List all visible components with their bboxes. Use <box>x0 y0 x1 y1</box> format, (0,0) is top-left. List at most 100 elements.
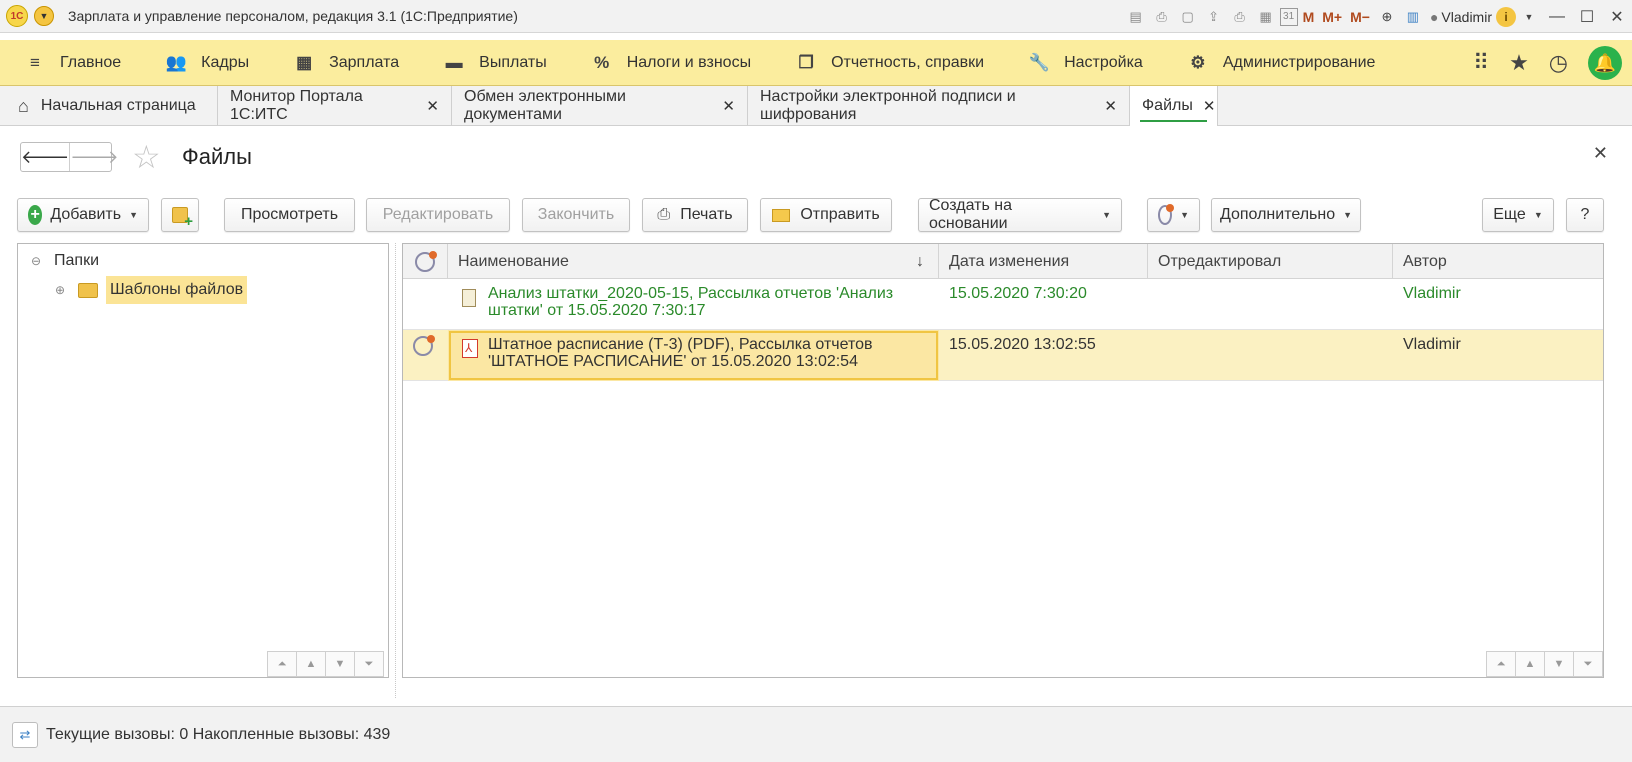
collapse-icon[interactable]: ⊖ <box>30 254 42 268</box>
tab-its-monitor[interactable]: Монитор Портала 1С:ИТС ✕ <box>218 86 452 126</box>
gear-icon: ⚙ <box>1190 52 1206 72</box>
send-button[interactable]: Отправить <box>760 198 892 232</box>
table-row[interactable]: Штатное расписание (Т-3) (PDF), Рассылка… <box>403 330 1603 381</box>
app-logo-icon[interactable]: 1С <box>6 5 28 27</box>
folders-tree: ⊖ Папки ⊕ Шаблоны файлов ⏶ ▲ ▼ ⏷ <box>17 243 389 678</box>
forward-arrow-icon[interactable]: 🡒 <box>69 143 119 171</box>
section-settings[interactable]: 🔧 Настройка <box>1004 40 1163 86</box>
section-administration[interactable]: ⚙ Администрирование <box>1163 40 1396 86</box>
panel-splitter[interactable] <box>395 243 396 698</box>
section-main[interactable]: ≡ Главное <box>0 40 141 86</box>
sections-panel: ≡ Главное 👥 Кадры ▦ Зарплата ▬ Выплаты % Нало… <box>0 40 1632 86</box>
notifications-bell-icon[interactable]: 🔔 <box>1588 46 1622 80</box>
column-edited-by[interactable]: Отредактировал <box>1148 244 1393 279</box>
chevron-down-icon: ▼ <box>129 210 138 220</box>
preview-icon[interactable]: ▢ <box>1176 5 1200 29</box>
panels-icon[interactable]: ▥ <box>1401 5 1425 29</box>
info-icon[interactable]: i <box>1496 6 1516 27</box>
home-icon: ⌂ <box>18 95 29 116</box>
scroll-up-icon[interactable]: ▲ <box>1515 651 1545 677</box>
table-row[interactable]: Анализ штатки_2020-05-15, Рассылка отчет… <box>403 279 1603 330</box>
percent-icon: % <box>594 52 610 72</box>
chevron-down-icon: ▼ <box>1180 210 1189 220</box>
close-tab-icon[interactable]: ✕ <box>1203 97 1216 115</box>
row-editor-cell <box>1148 279 1393 330</box>
finish-editing-button[interactable]: Закончить <box>522 198 630 232</box>
column-author[interactable]: Автор <box>1393 244 1603 279</box>
close-tab-icon[interactable]: ✕ <box>722 97 735 115</box>
print-icon[interactable]: ⎙ <box>1150 5 1174 29</box>
section-personnel[interactable]: 👥 Кадры <box>141 40 269 86</box>
calendar-icon[interactable]: 31 <box>1279 7 1298 26</box>
expand-icon[interactable]: ⊕ <box>54 283 66 297</box>
user-menu[interactable]: ● Vladimir <box>1430 9 1492 25</box>
files-table: Наименование ↓ Дата изменения Отредактир… <box>402 243 1604 678</box>
column-modified-date[interactable]: Дата изменения <box>939 244 1148 279</box>
memory-plus-button[interactable]: M+ <box>1319 5 1345 29</box>
close-form-icon[interactable]: ✕ <box>1593 143 1608 164</box>
printer-icon[interactable]: ⎙ <box>1228 5 1252 29</box>
save-icon[interactable]: ▤ <box>1124 5 1148 29</box>
scroll-bottom-icon[interactable]: ⏷ <box>354 651 384 677</box>
wrench-icon: 🔧 <box>1028 52 1050 72</box>
tab-signature-settings[interactable]: Настройки электронной подписи и шифрован… <box>748 86 1130 126</box>
upload-icon[interactable]: ⇪ <box>1202 5 1226 29</box>
favorites-star-icon[interactable]: ★ <box>1509 50 1529 76</box>
close-tab-icon[interactable]: ✕ <box>426 97 439 115</box>
history-icon[interactable]: ◷ <box>1549 50 1568 76</box>
document-icon <box>462 289 476 307</box>
view-button[interactable]: Просмотреть <box>224 198 355 232</box>
calculator-icon[interactable]: ▦ <box>1254 5 1278 29</box>
print-button[interactable]: ⎙ Печать <box>642 198 748 232</box>
row-attachment-cell <box>403 330 448 381</box>
section-salary[interactable]: ▦ Зарплата <box>269 40 419 86</box>
additional-button[interactable]: Дополнительно ▼ <box>1211 198 1361 232</box>
server-calls-icon[interactable]: ⇄ <box>12 721 38 748</box>
edit-button[interactable]: Редактировать <box>366 198 510 232</box>
scroll-bottom-icon[interactable]: ⏷ <box>1573 651 1603 677</box>
row-name-cell[interactable]: Штатное расписание (Т-3) (PDF), Рассылка… <box>448 330 939 381</box>
tree-item-file-templates[interactable]: ⊕ Шаблоны файлов <box>54 276 248 304</box>
section-reports[interactable]: ❐ Отчетность, справки <box>771 40 1004 86</box>
row-name-cell[interactable]: Анализ штатки_2020-05-15, Рассылка отчет… <box>448 279 939 330</box>
column-attachment[interactable] <box>403 244 448 279</box>
create-folder-button[interactable] <box>161 198 199 232</box>
scroll-top-icon[interactable]: ⏶ <box>1486 651 1516 677</box>
scroll-up-icon[interactable]: ▲ <box>296 651 326 677</box>
table-scroll-buttons: ⏶ ▲ ▼ ⏷ <box>1486 651 1603 677</box>
calculator-icon: ▦ <box>296 52 313 72</box>
chevron-down-icon: ▼ <box>1343 210 1353 220</box>
favorite-star-icon[interactable]: ☆ <box>132 140 161 174</box>
tab-files[interactable]: Файлы ✕ <box>1130 86 1218 126</box>
close-tab-icon[interactable]: ✕ <box>1104 97 1117 115</box>
add-button[interactable]: + Добавить ▼ <box>17 198 149 232</box>
section-taxes[interactable]: % Налоги и взносы <box>567 40 771 86</box>
column-name[interactable]: Наименование ↓ <box>448 244 939 279</box>
chevron-down-icon[interactable]: ▼ <box>1517 5 1541 29</box>
tree-scroll-buttons: ⏶ ▲ ▼ ⏷ <box>267 651 384 677</box>
close-window-button[interactable]: ✕ <box>1602 0 1632 33</box>
memory-minus-button[interactable]: M− <box>1347 5 1373 29</box>
apps-grid-icon[interactable]: ⠿ <box>1473 50 1489 76</box>
memory-m-button[interactable]: M <box>1300 5 1318 29</box>
wallet-icon: ▬ <box>445 52 463 72</box>
tab-home[interactable]: ⌂ Начальная страница <box>0 86 218 126</box>
attachments-menu-button[interactable]: ▼ <box>1147 198 1200 232</box>
tree-root[interactable]: ⊖ Папки <box>30 252 99 270</box>
scroll-top-icon[interactable]: ⏶ <box>267 651 297 677</box>
help-button[interactable]: ? <box>1566 198 1604 232</box>
main-menu-dropdown-icon[interactable]: ▼ <box>34 6 54 26</box>
row-author-cell: Vladimir <box>1403 285 1461 302</box>
server-calls-status: Текущие вызовы: 0 Накопленные вызовы: 43… <box>46 725 391 743</box>
window-title: Зарплата и управление персоналом, редакц… <box>68 8 518 24</box>
section-payments[interactable]: ▬ Выплаты <box>419 40 567 86</box>
maximize-button[interactable]: ☐ <box>1572 0 1602 33</box>
scroll-down-icon[interactable]: ▼ <box>1544 651 1574 677</box>
more-button[interactable]: Еще ▼ <box>1482 198 1554 232</box>
minimize-button[interactable]: — <box>1542 0 1572 33</box>
back-arrow-icon[interactable]: 🡐 <box>21 143 69 171</box>
create-based-on-button[interactable]: Создать на основании ▼ <box>918 197 1122 232</box>
scroll-down-icon[interactable]: ▼ <box>325 651 355 677</box>
tab-edo-exchange[interactable]: Обмен электронными документами ✕ <box>452 86 748 126</box>
zoom-icon[interactable]: ⊕ <box>1375 5 1399 29</box>
